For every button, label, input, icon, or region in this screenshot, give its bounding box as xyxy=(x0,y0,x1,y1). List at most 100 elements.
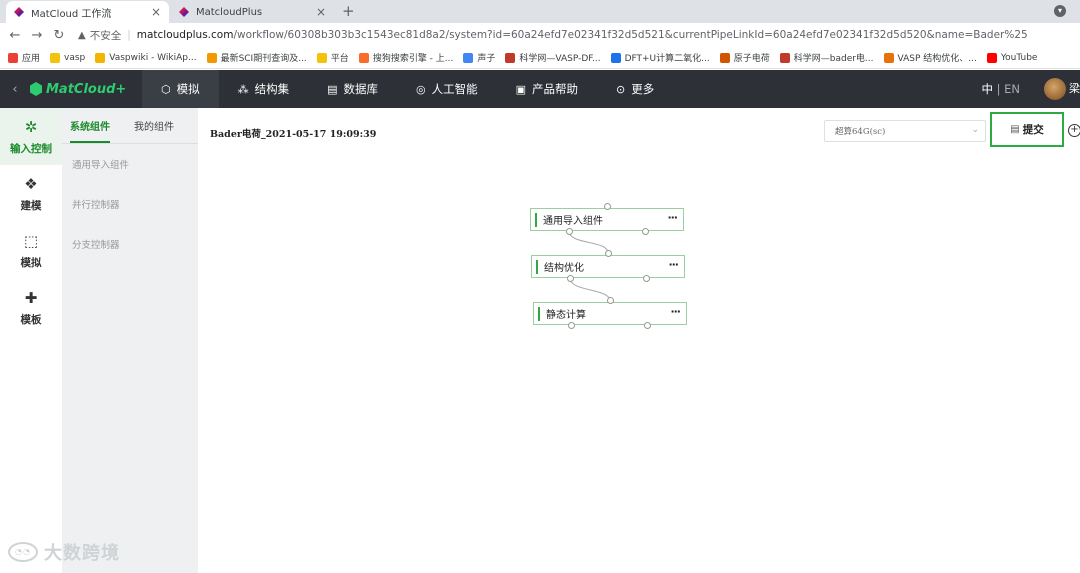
node-output-port[interactable] xyxy=(567,275,574,282)
tab-search-icon[interactable]: ▾ xyxy=(1054,5,1066,17)
bookmark-label: 原子电荷 xyxy=(733,54,770,64)
bookmark-item[interactable]: YouTube xyxy=(986,52,1037,63)
reload-icon[interactable]: ↻ xyxy=(48,28,70,43)
node-menu-icon[interactable]: ··· xyxy=(667,211,678,224)
cubes-icon: ❖ xyxy=(24,174,38,193)
submit-button[interactable]: ▤ 提交 xyxy=(990,112,1064,147)
matcloud-favicon-icon xyxy=(179,7,189,17)
node-menu-icon[interactable]: ··· xyxy=(668,258,679,271)
box-chart-icon: ⬚ xyxy=(23,231,39,250)
nav-more[interactable]: ⊙ 更多 xyxy=(597,70,673,108)
node-output-port[interactable] xyxy=(644,322,651,329)
component-item[interactable]: 分支控制器 xyxy=(62,224,198,264)
node-input-port[interactable] xyxy=(604,203,611,210)
node-input-port[interactable] xyxy=(605,250,612,257)
bookmark-label: DFT+U计算二氧化... xyxy=(624,54,710,64)
browser-tab-matcloudplus[interactable]: MatcloudPlus × xyxy=(171,1,334,23)
nav-label: 更多 xyxy=(631,82,655,96)
bookmark-item[interactable]: 最新SCI期刊查询及... xyxy=(206,51,307,64)
nav-help[interactable]: ▣ 产品帮助 xyxy=(497,70,597,108)
lang-zh[interactable]: 中 xyxy=(981,82,993,96)
help-icon: ▣ xyxy=(515,82,527,96)
tab-system-components[interactable]: 系统组件 xyxy=(70,108,110,143)
node-menu-icon[interactable]: ··· xyxy=(670,305,681,318)
rail-item-input-control[interactable]: ✲ 输入控制 xyxy=(0,108,62,165)
lang-en[interactable]: EN xyxy=(1004,82,1020,96)
bookmark-item[interactable]: VASP 结构优化、... xyxy=(883,51,977,64)
browser-tab-bar: MatCloud 工作流 × MatcloudPlus × + ▾ xyxy=(0,0,1080,23)
rail-label: 输入控制 xyxy=(10,142,52,155)
nav-simulate[interactable]: ⬡ 模拟 xyxy=(142,70,219,108)
bookmarks-bar: 应用 vasp Vaspwiki - WikiAp... 最新SCI期刊查询及... 平… xyxy=(0,47,1080,69)
zoom-in-icon[interactable]: + xyxy=(1068,124,1080,137)
close-tab-icon[interactable]: × xyxy=(151,5,161,19)
cube-icon: ⬡ xyxy=(161,82,171,96)
language-switch[interactable]: 中 | EN xyxy=(981,81,1020,97)
bookmark-label: 平台 xyxy=(330,54,349,64)
node-output-port[interactable] xyxy=(566,228,573,235)
browser-toolbar: ← → ↻ ▲ 不安全 | matcloudplus.com /workflow… xyxy=(0,23,1080,61)
nav-label: 结构集 xyxy=(254,82,290,96)
close-tab-icon[interactable]: × xyxy=(316,5,326,19)
bookmark-icon xyxy=(779,52,790,63)
bookmark-item[interactable]: 搜狗搜索引擎 - 上... xyxy=(358,51,453,64)
new-tab-button[interactable]: + xyxy=(342,2,355,20)
username[interactable]: 梁 xyxy=(1069,80,1080,96)
bookmark-item[interactable]: 平台 xyxy=(316,51,349,64)
structure-icon: ⁂ xyxy=(237,82,249,96)
node-output-port[interactable] xyxy=(643,275,650,282)
bookmark-item[interactable]: 原子电荷 xyxy=(719,51,770,64)
component-item[interactable]: 并行控制器 xyxy=(62,184,198,224)
address-bar[interactable]: ▲ 不安全 | matcloudplus.com /workflow/60308… xyxy=(78,25,1028,45)
rail-item-modeling[interactable]: ❖ 建模 xyxy=(0,165,62,222)
node-output-port[interactable] xyxy=(642,228,649,235)
nav-label: 人工智能 xyxy=(431,82,478,96)
node-input-port[interactable] xyxy=(607,297,614,304)
bookmark-item[interactable]: 科学网—bader电... xyxy=(779,51,874,64)
cluster-icon: ✲ xyxy=(24,117,38,136)
bookmark-icon xyxy=(8,52,18,63)
matcloud-logo[interactable]: MatCloud+ xyxy=(30,82,142,97)
avatar[interactable] xyxy=(1044,78,1066,100)
chevron-left-icon[interactable]: ‹ xyxy=(0,82,30,97)
workflow-node-import[interactable]: 通用导入组件 ··· xyxy=(530,208,684,231)
watermark-text: 大数跨境 xyxy=(44,543,120,564)
divider: | xyxy=(127,29,131,41)
compute-resource-select[interactable]: 超算64G(sc) ⌄ xyxy=(824,120,986,142)
nav-structures[interactable]: ⁂ 结构集 xyxy=(219,70,309,108)
bookmark-item[interactable]: 科学网—VASP-DF... xyxy=(505,51,601,64)
logo-icon xyxy=(30,82,42,96)
forward-arrow-icon[interactable]: → xyxy=(26,28,48,43)
tab-label: MatcloudPlus xyxy=(196,6,263,18)
bookmark-item[interactable]: 应用 xyxy=(8,51,40,64)
bookmark-label: 科学网—VASP-DF... xyxy=(519,54,601,64)
browser-tab-matcloud-workflow[interactable]: MatCloud 工作流 × xyxy=(6,1,169,23)
watermark-logo-icon: ◔◔ xyxy=(8,542,38,562)
bookmark-icon xyxy=(463,52,474,63)
bookmark-item[interactable]: 声子 xyxy=(463,51,495,64)
nav-label: 模拟 xyxy=(176,82,200,96)
nav-ai[interactable]: ◎ 人工智能 xyxy=(397,70,497,108)
bookmark-item[interactable]: DFT+U计算二氧化... xyxy=(610,51,710,64)
bookmark-icon xyxy=(986,52,997,63)
workflow-node-relax[interactable]: 结构优化 ··· xyxy=(531,255,685,278)
bookmark-label: VASP 结构优化、... xyxy=(897,54,977,64)
rail-item-templates[interactable]: ✚ 模板 xyxy=(0,279,62,336)
node-output-port[interactable] xyxy=(568,322,575,329)
bookmark-item[interactable]: vasp xyxy=(50,52,85,63)
watermark: ◔◔ 大数跨境 xyxy=(8,539,120,565)
component-item[interactable]: 通用导入组件 xyxy=(62,144,198,184)
bookmark-icon xyxy=(719,52,730,63)
rail-item-simulate[interactable]: ⬚ 模拟 xyxy=(0,222,62,279)
workflow-node-static[interactable]: 静态计算 ··· xyxy=(533,302,687,325)
tab-my-components[interactable]: 我的组件 xyxy=(134,108,174,143)
submit-label: 提交 xyxy=(1022,124,1044,136)
rail-label: 建模 xyxy=(20,199,42,212)
back-arrow-icon[interactable]: ← xyxy=(4,28,26,43)
bookmark-label: 应用 xyxy=(22,54,41,64)
nav-database[interactable]: ▤ 数据库 xyxy=(308,70,397,108)
connector-line xyxy=(569,277,611,302)
bookmark-item[interactable]: Vaspwiki - WikiAp... xyxy=(95,52,197,63)
ai-icon: ◎ xyxy=(416,82,426,96)
left-rail: ✲ 输入控制 ❖ 建模 ⬚ 模拟 ✚ 模板 xyxy=(0,108,62,573)
